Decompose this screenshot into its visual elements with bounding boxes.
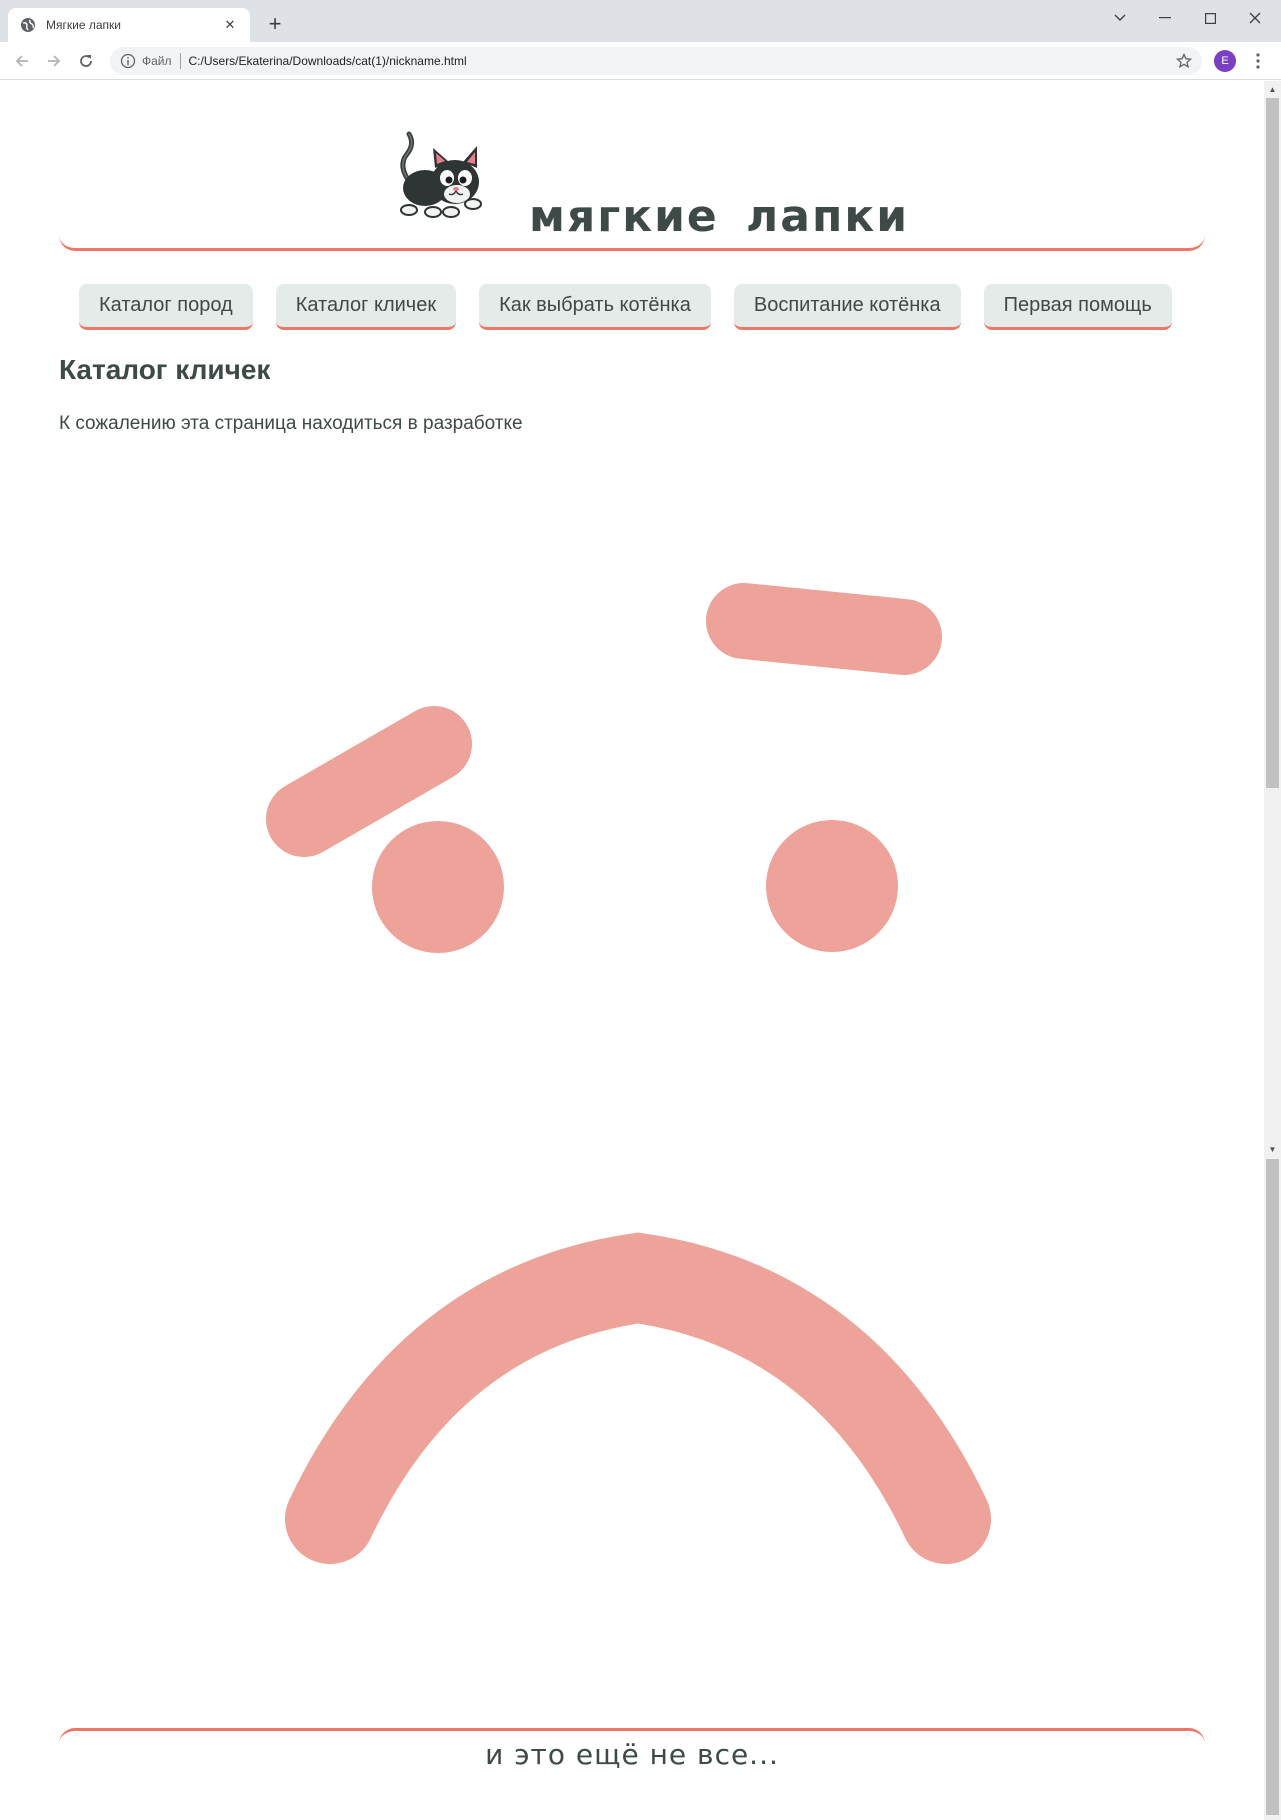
right-eyebrow — [706, 583, 942, 675]
minimize-icon[interactable] — [1143, 4, 1187, 32]
right-eye — [766, 820, 898, 952]
info-icon[interactable] — [120, 53, 136, 69]
tab-close-icon[interactable]: ✕ — [222, 17, 238, 33]
url-text[interactable]: C:/Users/Ekaterina/Downloads/cat(1)/nick… — [189, 54, 1202, 68]
page-viewport: мягкие лапки Каталог пород Каталог кличе… — [0, 81, 1264, 1820]
forward-icon[interactable] — [42, 49, 66, 73]
browser-toolbar: Файл C:/Users/Ekaterina/Downloads/cat(1)… — [0, 42, 1281, 80]
browser-tab[interactable]: Мягкие лапки ✕ — [8, 8, 250, 42]
omnibox-divider — [179, 53, 181, 69]
close-window-icon[interactable] — [1233, 4, 1277, 32]
browser-titlebar: Мягкие лапки ✕ + — [0, 0, 1281, 42]
site-footer: и это ещё не все... — [59, 1728, 1205, 1788]
left-eye — [372, 821, 504, 953]
bookmark-star-icon[interactable] — [1176, 53, 1192, 69]
sad-face-illustration — [266, 583, 991, 1564]
scroll-down-icon[interactable]: ▼ — [1264, 1141, 1281, 1158]
maximize-icon[interactable] — [1188, 4, 1232, 32]
sad-face-group — [266, 583, 991, 1564]
scheme-label: Файл — [142, 54, 172, 68]
address-bar[interactable]: Файл C:/Users/Ekaterina/Downloads/cat(1)… — [110, 47, 1202, 75]
mouth — [285, 1232, 991, 1564]
scroll-up-icon[interactable]: ▲ — [1264, 81, 1281, 98]
page-scrollbar[interactable]: ▲ ▼ — [1264, 81, 1281, 1820]
menu-dots-icon[interactable] — [1250, 50, 1266, 72]
tab-search-icon[interactable] — [1098, 4, 1142, 32]
reload-icon[interactable] — [74, 49, 98, 73]
globe-icon — [21, 18, 35, 32]
left-eyebrow — [266, 706, 472, 857]
new-tab-button[interactable]: + — [262, 12, 288, 38]
profile-avatar[interactable]: E — [1214, 50, 1236, 72]
back-icon[interactable] — [10, 49, 34, 73]
scrollbar-thumb[interactable] — [1266, 98, 1279, 788]
tab-title: Мягкие лапки — [46, 18, 121, 32]
footer-text: и это ещё не все... — [485, 1738, 779, 1771]
scrollbar-thumb-lower[interactable] — [1266, 1159, 1279, 1815]
